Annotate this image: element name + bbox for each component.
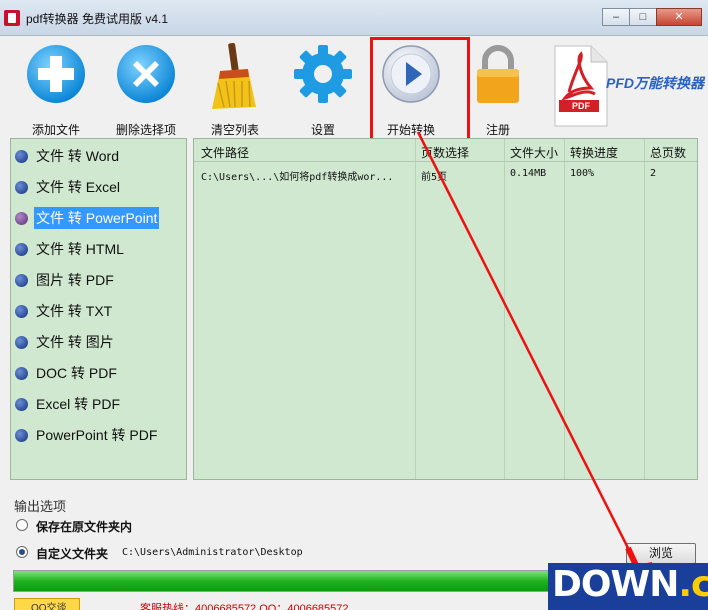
watermark-text: DOWN.cc bbox=[552, 564, 708, 605]
annotation-arrow bbox=[416, 131, 652, 600]
arrow-line-start bbox=[416, 131, 630, 549]
